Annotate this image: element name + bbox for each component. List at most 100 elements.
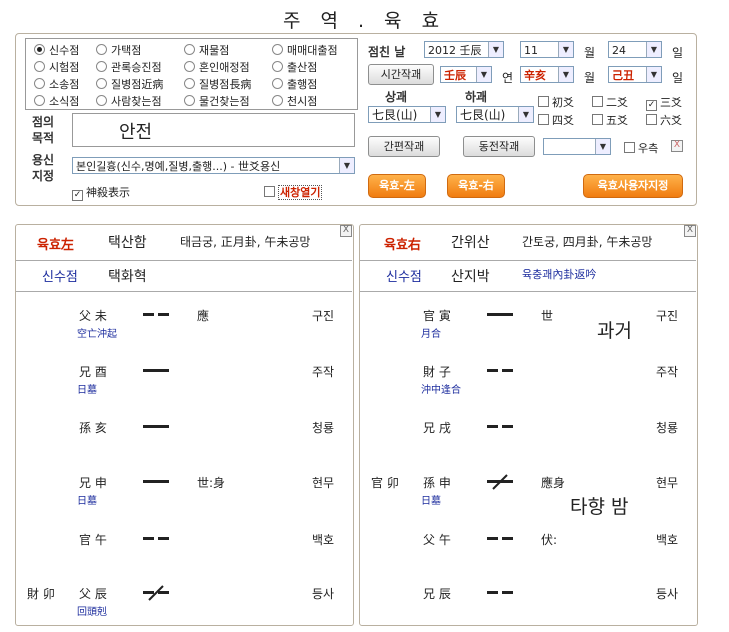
divination-radio[interactable]: 재물점 [184,42,229,58]
upper-trigram-label: 상괘 [385,90,408,104]
divider [360,291,696,292]
divination-radio-label: 물건찾는점 [199,95,250,108]
hexagram-user-button[interactable]: 육효사용자지정 [583,174,683,198]
yin-line-icon [487,425,513,428]
divination-radio[interactable]: 물건찾는점 [184,93,250,109]
yang-line-icon [143,480,169,483]
new-window-checkbox[interactable]: 새창열기 [264,184,323,200]
day-select[interactable]: 24 ▼ [608,41,662,58]
divination-radio[interactable]: 혼인애정점 [184,59,250,75]
close-left-icon[interactable]: X [340,225,352,237]
divination-radio-label: 사람찾는점 [111,95,162,108]
radio-icon [34,78,45,89]
close-right-icon[interactable]: X [684,225,696,237]
month-select[interactable]: 11 ▼ [520,41,574,58]
radio-icon [96,78,107,89]
line-marker: 伏: [541,533,558,547]
line-marker: 應 [197,309,210,323]
hexagram-right-button[interactable]: 육효-右 [447,174,505,198]
purpose-label: 점의 목적 [32,115,55,145]
line-checkbox[interactable]: 初爻 [538,94,574,110]
right-gua-info: 간토궁, 四月卦, 午未공망 [522,235,653,249]
right-changed-note: 육충괘內卦返吟 [522,268,597,281]
line-checkbox[interactable]: ✓ 三爻 [646,94,682,111]
purpose-input[interactable]: 안전 [72,113,355,147]
checkbox-icon [538,114,549,125]
ganji-day-select[interactable]: 己丑 ▼ [608,66,662,83]
divination-radio[interactable]: 신수점 [34,42,79,58]
divider [360,260,696,261]
chevron-down-icon: ▼ [558,42,573,57]
divination-radio[interactable]: 출산점 [272,59,317,75]
line-checkbox-label: 四爻 [552,114,574,127]
simple-divination-button[interactable]: 간편작괘 [368,136,440,157]
line-name: 兄 申 [79,476,107,490]
line-checkbox-label: 三爻 [660,96,682,109]
month-unit: 월 [584,46,596,60]
chevron-down-icon: ▼ [476,67,491,82]
divination-radio[interactable]: 천시점 [272,93,317,109]
six-god: 백호 [312,533,335,547]
divination-radio[interactable]: 소식점 [34,93,79,109]
yang-line-icon [487,313,513,316]
line-checkbox[interactable]: 五爻 [592,112,628,128]
line-name: 兄 辰 [423,587,451,601]
chevron-down-icon: ▼ [518,107,533,122]
yongsin-select[interactable]: 본인길흉(신수,명예,질병,출행...) - 世爻용신 ▼ [72,157,355,174]
divination-radio[interactable]: 소송점 [34,76,79,92]
yin-line-icon [143,313,169,316]
ganji-year-select[interactable]: 壬辰 ▼ [440,66,492,83]
divination-radio[interactable]: 사람찾는점 [96,93,162,109]
divination-radio[interactable]: 시험점 [34,59,79,75]
divination-radio[interactable]: 질병점近病 [96,76,163,92]
chevron-down-icon: ▼ [646,67,661,82]
page-title: 주 역 . 육 효 [282,10,447,32]
divination-radio-label: 소식점 [49,95,80,108]
coin-select[interactable]: ▼ [543,138,611,155]
hexagram-left-button[interactable]: 육효-左 [368,174,426,198]
upper-trigram-select[interactable]: 七艮(山) ▼ [368,106,446,123]
checkbox-icon [624,142,635,153]
divination-radio[interactable]: 출행점 [272,76,317,92]
line-marker: 世 [541,309,554,323]
divination-radio[interactable]: 가택점 [96,42,141,58]
line-checkbox[interactable]: 四爻 [538,112,574,128]
shinsal-checkbox[interactable]: ✓ 神殺表示 [72,184,130,201]
radio-icon [184,61,195,72]
lower-trigram-select[interactable]: 七艮(山) ▼ [456,106,534,123]
right-tag: 육효右 [384,238,421,253]
year-select[interactable]: 2012 壬辰 ▼ [424,41,504,58]
line-note: 日墓 [421,496,441,507]
divination-radio[interactable]: 질병점長病 [184,76,251,92]
right-changed-gua: 산지박 [451,269,490,285]
line-checkbox[interactable]: 六爻 [646,112,682,128]
clear-icon[interactable]: X [671,140,683,152]
divination-radio-label: 천시점 [287,95,318,108]
left-sub-tag: 신수점 [42,270,78,285]
line-name: 兄 戌 [423,421,451,435]
coin-divination-button[interactable]: 동전작괘 [463,136,535,157]
ganji-month-select[interactable]: 辛亥 ▼ [520,66,574,83]
ganji-day-unit: 일 [672,71,684,85]
radio-icon [34,95,45,106]
divination-radio-label: 질병점近病 [111,78,164,91]
right-side-checkbox[interactable]: 우측 [624,140,658,156]
handwritten-note-past: 과거 [597,320,632,342]
radio-icon [96,44,107,55]
line-name: 孫 申 [423,476,451,490]
line-checkbox-label: 二爻 [606,96,628,109]
time-divination-button[interactable]: 시간작괘 [368,64,434,85]
hidden-spirit: 財 卯 [27,587,55,601]
chevron-down-icon: ▼ [595,139,610,154]
checkbox-icon [592,96,603,107]
divination-radio[interactable]: 관록승진점 [96,59,162,75]
yin-line-icon [487,369,513,372]
handwritten-note-night: 타향 밤 [570,496,629,518]
divination-radio[interactable]: 매매대출점 [272,42,338,58]
radio-icon [96,61,107,72]
ganji-month-unit: 월 [584,71,596,85]
line-checkbox[interactable]: 二爻 [592,94,628,110]
left-gua-name: 택산함 [108,235,147,251]
divination-radio-label: 출행점 [287,78,318,91]
checkbox-icon [592,114,603,125]
